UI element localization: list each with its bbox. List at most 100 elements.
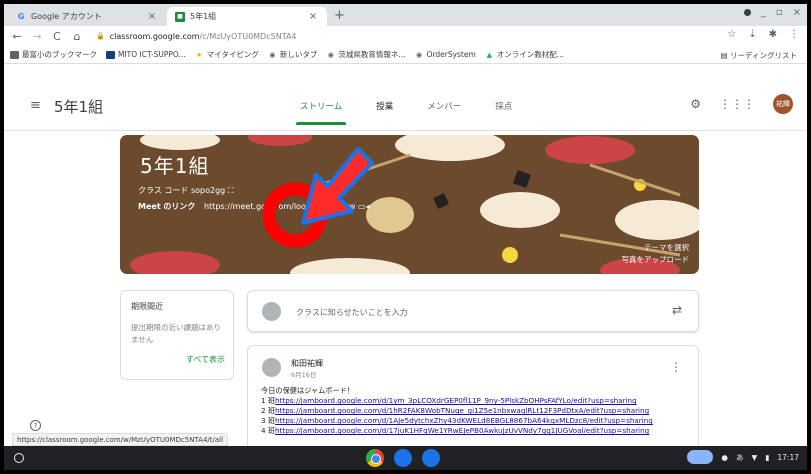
class-code: クラス コード sopo2gg ⛶: [138, 185, 233, 196]
battery-icon: ▮: [765, 452, 770, 462]
bookmark-label: 新しいタブ: [279, 50, 318, 59]
url-path: /c/MzUyOTU0MDc5NTA4: [199, 31, 297, 41]
post-date: 6月16日: [291, 371, 317, 379]
announce-box[interactable]: クラスに知らせたいことを入力 ⇄: [247, 290, 699, 332]
tab-classroom[interactable]: ■ 5年1組 ×: [167, 7, 327, 26]
avatar[interactable]: 祐輝: [773, 94, 793, 114]
meet-url[interactable]: https://meet.goog om/lookup/eotfc tw: [204, 202, 356, 211]
bookmark-label: 茨城県教育情報ネ...: [338, 50, 406, 59]
video-camera-icon[interactable]: ▭◂: [358, 202, 370, 211]
close-window-icon[interactable]: ×: [793, 7, 801, 18]
group-label: 1 班: [261, 396, 276, 405]
browser-toolbar: ← → C ⌂ 🔒 classroom.google.com /c/MzUyOT…: [4, 26, 807, 46]
restore-icon[interactable]: ▫: [776, 7, 783, 18]
bookmarks-bar: 最富小のブックマーク MITO ICT-SUPPO... ★ マイタイピング ◉ 新…: [4, 46, 807, 64]
announce-placeholder: クラスに知らせたいことを入力: [296, 308, 408, 317]
shelf-apps: [366, 449, 440, 467]
menu-icon[interactable]: ⋮: [789, 29, 799, 40]
select-theme-link[interactable]: テーマを選択: [622, 242, 689, 254]
avatar-cloud-icon[interactable]: [687, 450, 714, 464]
browser-window: G Google アカウント × ■ 5年1組 × + _ ▫ × ← → C …: [4, 4, 807, 470]
toolbar-actions: ☆ ⇣ ✱ ⋮: [727, 29, 799, 40]
close-tab-icon[interactable]: ×: [307, 11, 319, 22]
fullscreen-icon[interactable]: ⛶: [228, 186, 234, 195]
back-icon[interactable]: ←: [12, 30, 22, 43]
bookmark-star-icon[interactable]: ☆: [727, 29, 736, 40]
launcher-icon[interactable]: [14, 453, 24, 463]
bookmark-item[interactable]: ★ マイタイピング: [195, 49, 259, 60]
banner-actions: テーマを選択 写真をアップロード: [622, 242, 690, 266]
bookmark-item[interactable]: ◉ OrderSystem: [415, 50, 476, 59]
apps-grid-icon[interactable]: ⋮⋮⋮: [719, 97, 755, 111]
meet-link: Meet のリンク https://meet.goog om/lookup/eo…: [138, 201, 370, 212]
class-title: 5年1組: [54, 98, 104, 116]
chrome-icon[interactable]: [366, 449, 384, 467]
reading-list-button[interactable]: ▤ リーディングリスト: [721, 50, 797, 61]
reading-list-icon: ▤: [720, 51, 731, 60]
bookmark-label: 最富小のブックマーク: [22, 50, 97, 59]
reload-icon[interactable]: C: [52, 30, 62, 43]
url-host: classroom.google.com: [109, 31, 200, 41]
upcoming-card: 期限間近 提出期限の近い課題はありません すべて表示: [120, 290, 234, 380]
extension-icon[interactable]: ⇣: [748, 29, 756, 40]
class-code-label: クラス コード: [138, 186, 189, 195]
clock: 17:17: [777, 452, 799, 462]
new-tab-button[interactable]: +: [334, 8, 345, 23]
tab-strip: G Google アカウント × ■ 5年1組 × + _ ▫ ×: [4, 4, 807, 26]
reading-list-label: リーディングリスト: [730, 51, 797, 60]
meet-label: Meet のリンク: [138, 202, 196, 211]
group-label: 3 班: [261, 416, 276, 425]
classroom-tabs: ストリーム 授業 メンバー 採点: [295, 100, 546, 125]
home-icon[interactable]: ⌂: [72, 30, 82, 43]
group-label: 2 班: [261, 406, 276, 415]
post-link-line: 4 班https://jamboard.google.com/d/17juK1H…: [261, 426, 653, 436]
puzzle-icon[interactable]: ✱: [769, 29, 777, 40]
post-author: 和田祐輝: [291, 359, 323, 368]
jamboard-link[interactable]: https://jamboard.google.com/d/1AJe5dytch…: [275, 416, 653, 425]
more-options-icon[interactable]: ⋮: [670, 360, 682, 374]
bookmark-item[interactable]: ◉ 新しいタブ: [268, 49, 318, 60]
jamboard-link[interactable]: https://jamboard.google.com/d/17juK1HFqW…: [275, 426, 649, 435]
tab-stream[interactable]: ストリーム: [295, 100, 347, 125]
jamboard-link[interactable]: https://jamboard.google.com/d/1ym_3pLCOX…: [275, 396, 637, 405]
bookmark-item[interactable]: MITO ICT-SUPPO...: [106, 50, 186, 59]
hamburger-menu-icon[interactable]: ≡: [30, 98, 41, 113]
classroom-icon: ■: [175, 11, 185, 22]
repost-icon[interactable]: ⇄: [672, 303, 682, 317]
tab-classwork[interactable]: 授業: [376, 100, 393, 112]
tab-people[interactable]: メンバー: [427, 100, 461, 112]
bookmark-item[interactable]: ◉ 茨城県教育情報ネ...: [326, 49, 406, 60]
classroom-header: ≡ 5年1組 ストリーム 授業 メンバー 採点 ⚙ ⋮⋮⋮ 祐輝: [4, 65, 807, 131]
settings-gear-icon[interactable]: ⚙: [690, 97, 701, 111]
post-body: 今日の保健はジャムボード！ 1 班https://jamboard.google…: [261, 386, 653, 436]
folder-icon: [10, 50, 19, 59]
upload-photo-link[interactable]: 写真をアップロード: [622, 254, 690, 266]
star-icon: ★: [196, 50, 203, 59]
status-url: https://classroom.google.com/w/MzUyOTU0M…: [12, 433, 229, 446]
globe-icon: ◉: [269, 50, 276, 59]
minimize-icon[interactable]: _: [761, 7, 766, 18]
help-icon[interactable]: ?: [30, 420, 41, 431]
system-tray[interactable]: ● あ ▼ ▮ 17:17: [687, 450, 799, 464]
avatar: [262, 302, 281, 321]
forward-icon[interactable]: →: [32, 30, 42, 43]
close-tab-icon[interactable]: ×: [146, 11, 158, 22]
banner-class-title: 5年1組: [140, 154, 210, 178]
class-code-value[interactable]: sopo2gg: [191, 186, 225, 195]
files-icon[interactable]: [422, 449, 440, 467]
header-actions: ⚙ ⋮⋮⋮ 祐輝: [690, 94, 793, 114]
camera-app-icon[interactable]: [394, 449, 412, 467]
lock-icon[interactable]: 🔒: [96, 32, 105, 40]
view-all-link[interactable]: すべて表示: [186, 354, 225, 365]
mito-icon: [106, 50, 115, 59]
bookmark-item[interactable]: 最富小のブックマーク: [10, 49, 97, 60]
bookmark-label: オンライン教材配...: [496, 50, 564, 59]
bookmark-item[interactable]: ▲ オンライン教材配...: [485, 49, 564, 60]
address-bar[interactable]: 🔒 classroom.google.com /c/MzUyOTU0MDc5NT…: [96, 32, 297, 41]
tab-grades[interactable]: 採点: [495, 100, 512, 112]
account-dot-icon[interactable]: [743, 9, 751, 16]
wifi-icon: ▼: [751, 452, 758, 462]
tab-title: Google アカウント: [31, 12, 102, 21]
jamboard-link[interactable]: https://jamboard.google.com/d/1hR2FAK8Wo…: [275, 406, 649, 415]
tab-google-account[interactable]: G Google アカウント ×: [8, 7, 166, 26]
